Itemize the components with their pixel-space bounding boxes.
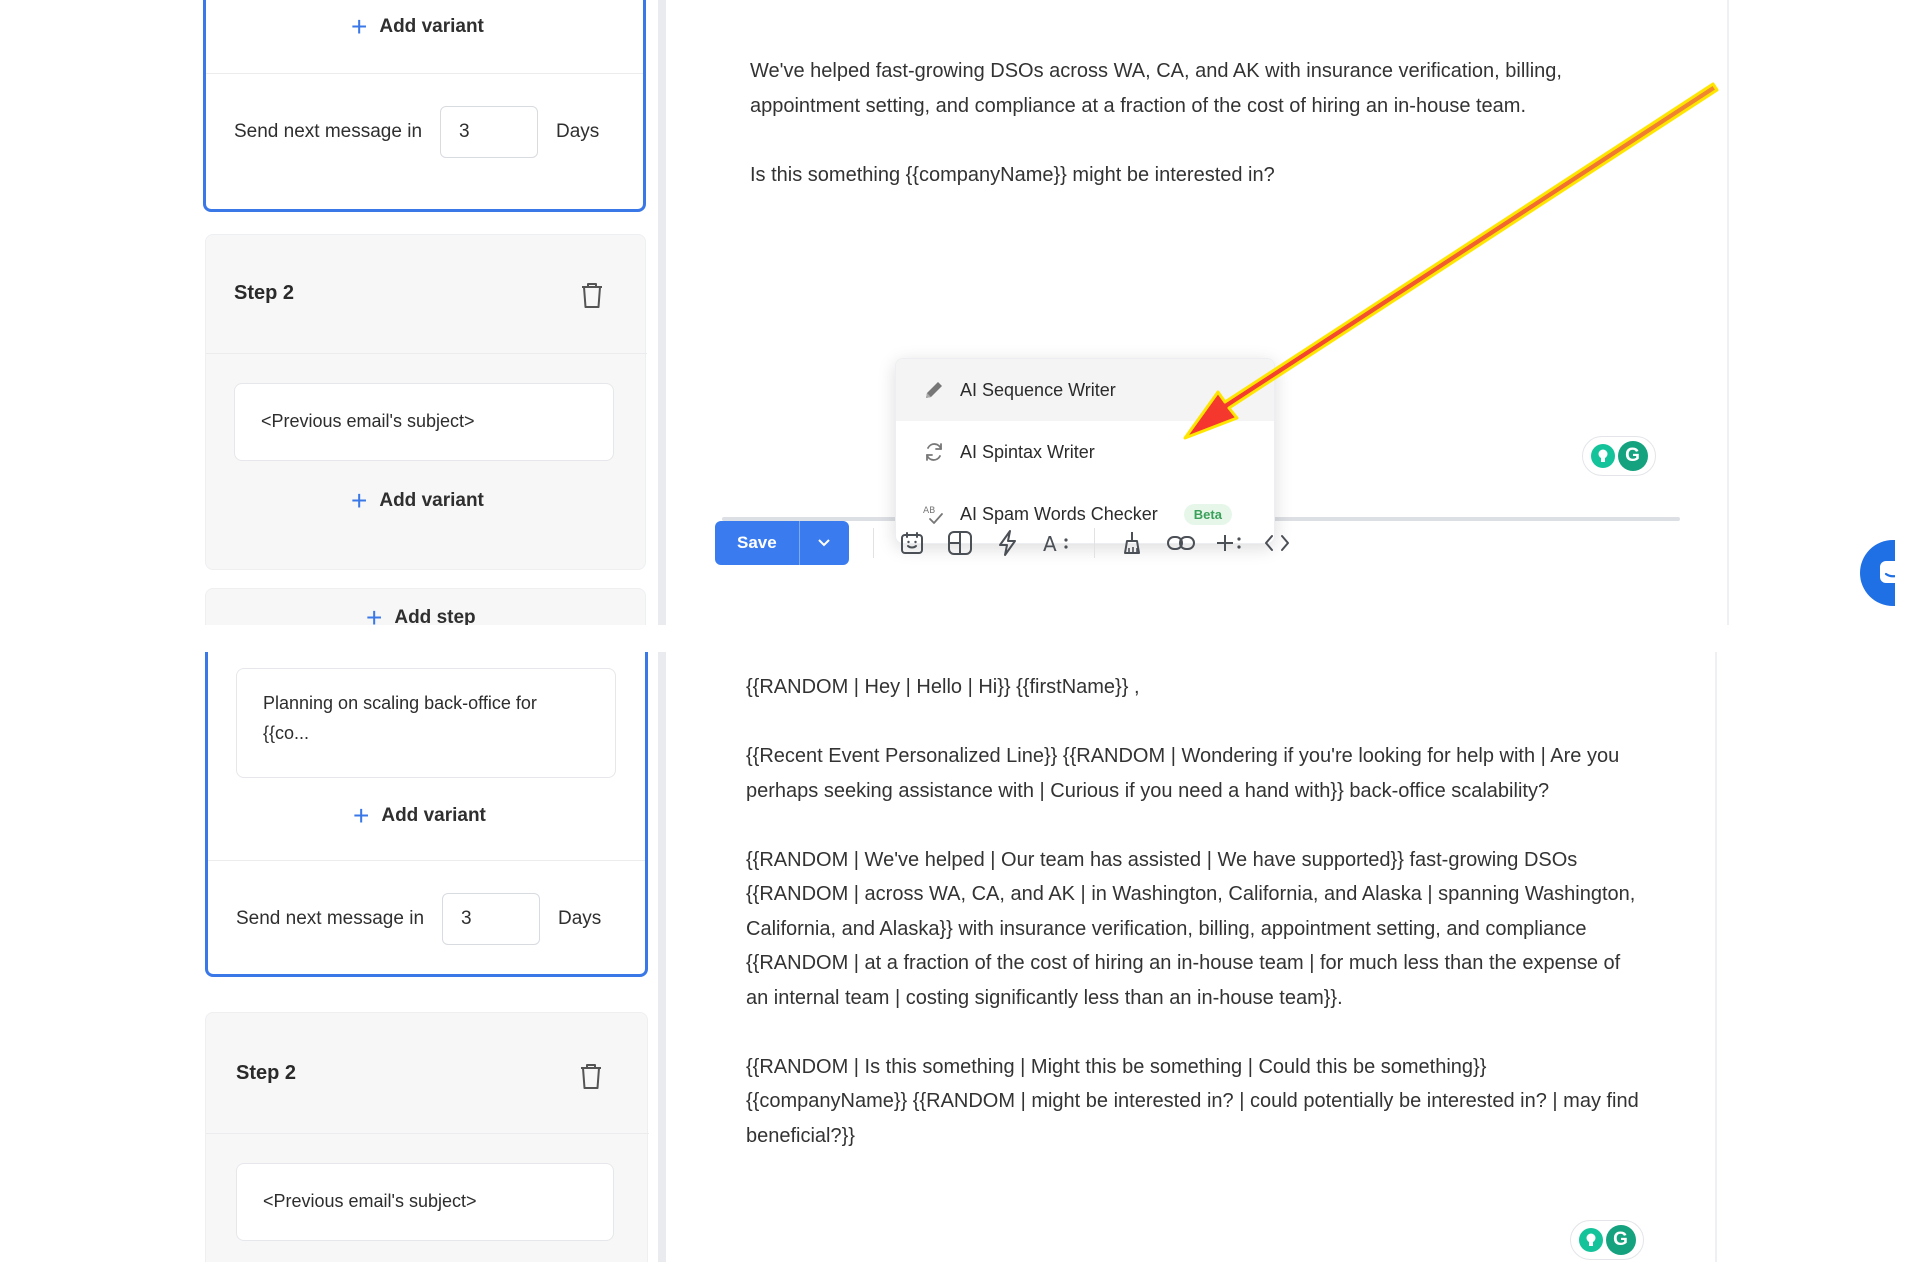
toolbar-separator [1093, 528, 1095, 558]
email-paragraph: We've helped fast-growing DSOs across WA… [750, 60, 1562, 117]
menu-item-ai-spintax-writer[interactable]: AI Spintax Writer [896, 421, 1274, 483]
add-variant-button[interactable]: + Add variant [351, 13, 484, 41]
layout-icon[interactable] [936, 521, 984, 565]
add-variant-button[interactable]: + Add variant [351, 487, 484, 515]
days-value: 3 [459, 121, 470, 142]
chat-icon [1880, 561, 1895, 583]
add-step-button[interactable]: + Add step [366, 602, 476, 626]
plus-icon: + [351, 485, 368, 516]
toolbar-separator [872, 528, 874, 558]
email-paragraph: {{Recent Event Personalized Line}} {{RAN… [746, 745, 1620, 802]
top-screenshot: + Add variant Send next message in 3 Day… [25, 0, 1895, 625]
save-button[interactable]: Save [715, 521, 799, 565]
send-next-row: Send next message in 3 Days [234, 106, 599, 158]
template-icon[interactable] [888, 521, 936, 565]
step-2-title: Step 2 [234, 282, 295, 304]
link-icon[interactable] [1157, 521, 1205, 565]
add-variant-label: Add variant [381, 805, 486, 826]
divider-line [206, 1133, 649, 1134]
send-next-days-input[interactable]: 3 [442, 893, 541, 945]
plus-icon: + [366, 602, 383, 626]
chat-launcher-button[interactable] [1860, 540, 1895, 606]
subject-field[interactable]: <Previous email's subject> [234, 383, 614, 461]
subject-placeholder: <Previous email's subject> [263, 1191, 477, 1212]
days-unit: Days [556, 121, 600, 142]
cleanup-brush-icon[interactable] [1109, 521, 1157, 565]
menu-item-ai-sequence-writer[interactable]: AI Sequence Writer [896, 359, 1274, 421]
editor-toolbar: Save A [715, 520, 1301, 566]
trash-icon[interactable] [578, 1061, 604, 1091]
divider-line [206, 353, 647, 354]
code-icon[interactable] [1253, 521, 1301, 565]
step-2-card: Step 2 <Previous email's subject> [205, 1012, 649, 1262]
ai-tools-menu: AI Sequence Writer AI Spintax Writer AB … [895, 358, 1275, 544]
refresh-icon [926, 443, 942, 461]
svg-text:AB: AB [923, 506, 935, 516]
days-unit: Days [558, 908, 602, 929]
divider-line [208, 860, 645, 861]
menu-item-label: AI Sequence Writer [960, 379, 1116, 400]
lightbulb-icon [1590, 444, 1615, 468]
grammarly-logo-icon: G [1605, 1225, 1636, 1255]
lightning-icon[interactable] [984, 521, 1032, 565]
column-divider [658, 0, 666, 625]
save-options-button[interactable] [798, 521, 849, 565]
email-body[interactable]: We've helped fast-growing DSOs across WA… [750, 54, 1620, 227]
send-next-label: Send next message in [236, 908, 425, 929]
subject-preview-field[interactable]: Planning on scaling back-office for {{co… [236, 668, 616, 778]
grammarly-widget[interactable]: G [1582, 436, 1656, 476]
days-value: 3 [461, 908, 472, 929]
grammarly-widget[interactable]: G [1570, 1220, 1644, 1260]
divider-line [206, 73, 643, 74]
chevron-down-icon [818, 539, 830, 547]
subject-field[interactable]: <Previous email's subject> [236, 1163, 614, 1241]
send-next-days-input[interactable]: 3 [440, 106, 539, 158]
add-variant-label: Add variant [379, 490, 484, 511]
plus-icon: + [351, 11, 368, 42]
ai-text-icon[interactable]: A [1032, 521, 1080, 565]
editor-right-edge [1727, 0, 1729, 625]
subject-placeholder: <Previous email's subject> [261, 411, 475, 432]
lightbulb-icon [1578, 1228, 1603, 1252]
step-1-card: + Add variant Send next message in 3 Day… [203, 0, 646, 212]
subject-preview-text: Planning on scaling back-office for {{co… [263, 693, 537, 743]
email-paragraph: Is this something {{companyName}} might … [750, 163, 1275, 186]
trash-icon[interactable] [579, 280, 605, 310]
add-variant-button[interactable]: + Add variant [353, 802, 486, 830]
menu-item-label: AI Spintax Writer [960, 441, 1095, 462]
save-button-group: Save [715, 521, 849, 565]
grammarly-logo-icon: G [1617, 441, 1648, 471]
step-2-title: Step 2 [236, 1062, 297, 1084]
bottom-screenshot: Planning on scaling back-office for {{co… [25, 652, 1895, 1262]
add-step-card[interactable]: + Add step [205, 588, 646, 625]
step-1-card: Planning on scaling back-office for {{co… [205, 652, 648, 977]
save-label: Save [737, 533, 777, 552]
email-body[interactable]: {{RANDOM | Hey | Hello | Hi}} {{firstNam… [746, 670, 1646, 1188]
send-next-row: Send next message in 3 Days [236, 893, 601, 945]
email-paragraph: {{RANDOM | Is this something | Might thi… [746, 1055, 1639, 1147]
svg-text:A: A [1043, 532, 1057, 556]
column-divider [658, 652, 666, 1262]
add-step-label: Add step [394, 607, 476, 625]
pencil-icon [926, 382, 942, 398]
email-paragraph: {{RANDOM | Hey | Hello | Hi}} {{firstNam… [746, 676, 1140, 698]
email-paragraph: {{RANDOM | We've helped | Our team has a… [746, 848, 1636, 1009]
step-2-card: Step 2 <Previous email's subject> + Add … [205, 234, 647, 570]
send-next-label: Send next message in [234, 121, 423, 142]
plus-icon: + [353, 800, 370, 831]
insert-more-icon[interactable] [1205, 521, 1253, 565]
editor-right-edge [1715, 652, 1717, 1262]
add-variant-label: Add variant [379, 16, 484, 37]
